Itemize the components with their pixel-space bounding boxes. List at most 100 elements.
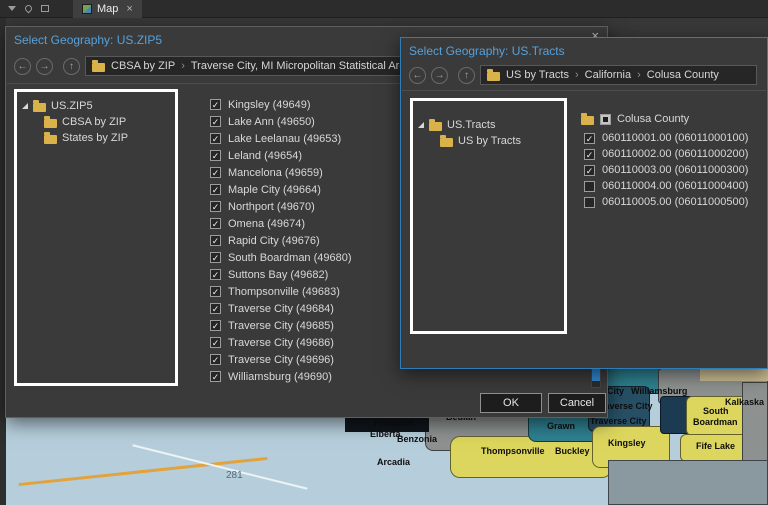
breadcrumb-item[interactable]: California xyxy=(585,69,631,81)
expand-caret-icon[interactable] xyxy=(418,122,424,128)
view-tab-bar: Map × xyxy=(0,0,768,18)
cancel-button[interactable]: Cancel xyxy=(548,393,606,413)
map-place-label: Williamsburg xyxy=(631,386,688,396)
breadcrumb-item[interactable]: Colusa County xyxy=(647,69,719,81)
item-checkbox[interactable]: ✓ xyxy=(584,164,595,176)
tree-item[interactable]: US by Tracts xyxy=(440,133,559,149)
list-item[interactable]: 060110004.00 (06011000400) xyxy=(584,178,764,194)
selection-highlight-box: US.Tracts US by Tracts xyxy=(410,98,567,334)
map-place-label: Thompsonville xyxy=(481,446,545,456)
item-checkbox[interactable]: ✓ xyxy=(210,218,221,229)
list-item[interactable]: ✓ 060110001.00 (06011000100) xyxy=(584,130,764,146)
tree-root[interactable]: US.ZIP5 xyxy=(22,98,170,114)
app-window: City Williamsburg Kalkaska Traverse City Tra… xyxy=(0,0,768,505)
tree-root-label: US.ZIP5 xyxy=(51,100,93,112)
map-polygon xyxy=(608,460,768,505)
expand-caret-icon[interactable] xyxy=(22,103,28,109)
item-checkbox[interactable]: ✓ xyxy=(210,235,221,246)
item-label: Kingsley (49649) xyxy=(228,98,311,111)
item-label: South Boardman (49680) xyxy=(228,251,352,264)
up-button[interactable]: ↑ xyxy=(458,66,475,84)
back-button[interactable]: ← xyxy=(409,66,426,84)
item-label: Lake Leelanau (49653) xyxy=(228,132,342,145)
item-checkbox[interactable]: ✓ xyxy=(210,150,221,161)
item-label: 060110004.00 (06011000400) xyxy=(602,180,749,192)
tree-root-label: US.Tracts xyxy=(447,119,496,131)
tract-group-header[interactable]: Colusa County xyxy=(581,112,690,125)
item-checkbox[interactable]: ✓ xyxy=(584,148,595,160)
map-place-label: Buckley xyxy=(555,446,590,456)
breadcrumb-separator-icon: › xyxy=(181,60,185,72)
tree-item-label: States by ZIP xyxy=(62,132,129,144)
item-checkbox[interactable]: ✓ xyxy=(210,116,221,127)
list-item[interactable]: ✓ 060110003.00 (06011000300) xyxy=(584,162,764,178)
ok-button[interactable]: OK xyxy=(480,393,542,413)
dialog-titlebar[interactable]: Select Geography: US.Tracts xyxy=(401,38,767,58)
item-label: Suttons Bay (49682) xyxy=(228,268,329,281)
list-item[interactable]: ✓ Williamsburg (49690) xyxy=(210,368,580,385)
back-button[interactable]: ← xyxy=(14,57,31,75)
selection-highlight-box: US.ZIP5 CBSA by ZIP States by ZIP xyxy=(14,89,178,386)
chevron-down-icon[interactable] xyxy=(8,6,16,11)
item-label: 060110005.00 (06011000500) xyxy=(602,196,749,208)
folder-icon xyxy=(92,59,105,72)
geography-tree: US.Tracts US by Tracts xyxy=(413,101,564,155)
item-checkbox[interactable]: ✓ xyxy=(210,303,221,314)
breadcrumb-separator-icon: › xyxy=(574,69,579,81)
forward-button[interactable]: → xyxy=(36,57,53,75)
breadcrumb-item[interactable]: Traverse City, MI Micropolitan Statistic… xyxy=(191,60,412,72)
item-label: Traverse City (49685) xyxy=(228,319,334,332)
item-checkbox[interactable]: ✓ xyxy=(584,132,595,144)
tab-close-icon[interactable]: × xyxy=(126,3,132,15)
item-checkbox[interactable]: ✓ xyxy=(210,337,221,348)
group-label: Colusa County xyxy=(617,113,690,125)
map-place-label: Elberta xyxy=(370,429,401,439)
breadcrumb-item[interactable]: CBSA by ZIP xyxy=(111,60,175,72)
item-label: Traverse City (49696) xyxy=(228,353,334,366)
tree-item[interactable]: States by ZIP xyxy=(44,130,170,146)
folder-icon xyxy=(33,99,46,112)
map-place-label: Kalkaska xyxy=(725,397,765,407)
item-label: Williamsburg (49690) xyxy=(228,370,332,383)
tab-map[interactable]: Map × xyxy=(73,0,142,18)
item-checkbox[interactable]: ✓ xyxy=(210,201,221,212)
item-checkbox[interactable]: ✓ xyxy=(210,184,221,195)
map-polygon xyxy=(450,436,612,478)
item-checkbox[interactable] xyxy=(584,180,595,192)
item-checkbox[interactable]: ✓ xyxy=(210,269,221,280)
item-checkbox[interactable]: ✓ xyxy=(210,167,221,178)
item-checkbox[interactable]: ✓ xyxy=(210,371,221,382)
item-checkbox[interactable]: ✓ xyxy=(210,99,221,110)
item-label: Leland (49654) xyxy=(228,149,303,162)
dock-icon[interactable] xyxy=(41,5,49,12)
item-label: Rapid City (49676) xyxy=(228,234,320,247)
breadcrumb-separator-icon: › xyxy=(637,69,641,81)
map-place-label: Boardman xyxy=(693,417,738,427)
folder-icon xyxy=(487,68,500,81)
item-label: Traverse City (49686) xyxy=(228,336,334,349)
tree-root[interactable]: US.Tracts xyxy=(418,117,559,133)
pin-icon[interactable] xyxy=(23,3,34,14)
item-label: Mancelona (49659) xyxy=(228,166,323,179)
item-checkbox[interactable]: ✓ xyxy=(210,320,221,331)
tree-item[interactable]: CBSA by ZIP xyxy=(44,114,170,130)
breadcrumb[interactable]: US by Tracts › California › Colusa County xyxy=(480,65,757,85)
item-checkbox[interactable]: ✓ xyxy=(210,354,221,365)
folder-icon xyxy=(44,115,57,128)
item-checkbox[interactable] xyxy=(584,196,595,208)
list-item[interactable]: 060110005.00 (06011000500) xyxy=(584,194,764,210)
tree-item-label: US by Tracts xyxy=(458,135,521,147)
map-place-label: Grawn xyxy=(547,421,576,431)
group-checkbox[interactable] xyxy=(600,113,611,125)
map-place-label: 281 xyxy=(226,470,243,481)
list-item[interactable]: ✓ 060110002.00 (06011000200) xyxy=(584,146,764,162)
folder-icon xyxy=(429,118,442,131)
item-checkbox[interactable]: ✓ xyxy=(210,252,221,263)
up-button[interactable]: ↑ xyxy=(63,57,80,75)
forward-button[interactable]: → xyxy=(431,66,448,84)
folder-icon xyxy=(440,134,453,147)
item-checkbox[interactable]: ✓ xyxy=(210,133,221,144)
breadcrumb-item[interactable]: US by Tracts xyxy=(506,69,569,81)
divider xyxy=(402,90,766,91)
item-checkbox[interactable]: ✓ xyxy=(210,286,221,297)
